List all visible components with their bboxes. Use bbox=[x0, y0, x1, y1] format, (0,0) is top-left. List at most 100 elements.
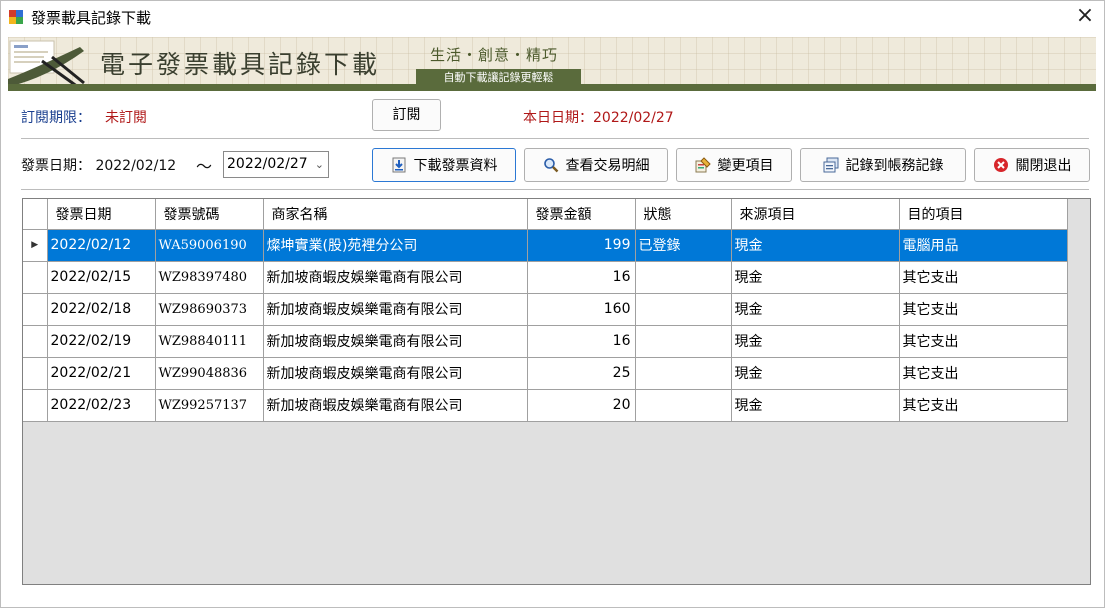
cell-source[interactable]: 現金 bbox=[731, 229, 900, 262]
invoice-table: 發票日期 發票號碼 商家名稱 發票金額 狀態 來源項目 目的項目 ▶ 2022/… bbox=[23, 199, 1068, 422]
cell-number[interactable]: WZ98840111 bbox=[155, 325, 264, 358]
title-bar: 發票載具記錄下載 × bbox=[1, 1, 1104, 33]
app-window: 發票載具記錄下載 × 電子發票載具記錄下載 生活・創意・精巧 自動下載讓記錄更輕… bbox=[0, 0, 1105, 608]
row-header[interactable] bbox=[23, 293, 48, 326]
cell-date[interactable]: 2022/02/23 bbox=[47, 389, 156, 422]
date-separator: ～ bbox=[196, 157, 213, 176]
cell-status[interactable] bbox=[635, 389, 732, 422]
close-exit-button[interactable]: 關閉退出 bbox=[974, 148, 1090, 182]
cell-merchant[interactable]: 新加坡商蝦皮娛樂電商有限公司 bbox=[263, 389, 528, 422]
cell-merchant[interactable]: 燦坤實業(股)苑裡分公司 bbox=[263, 229, 528, 262]
row-header[interactable] bbox=[23, 389, 48, 422]
column-header-date[interactable]: 發票日期 bbox=[47, 199, 156, 230]
cell-amount[interactable]: 160 bbox=[527, 293, 636, 326]
cell-target[interactable]: 其它支出 bbox=[899, 357, 1068, 390]
cell-date[interactable]: 2022/02/12 bbox=[47, 229, 156, 262]
table-row[interactable]: 2022/02/19 WZ98840111 新加坡商蝦皮娛樂電商有限公司 16 … bbox=[23, 325, 1068, 358]
cell-source[interactable]: 現金 bbox=[731, 357, 900, 390]
table-row[interactable]: 2022/02/15 WZ98397480 新加坡商蝦皮娛樂電商有限公司 16 … bbox=[23, 261, 1068, 294]
divider bbox=[21, 138, 1089, 140]
close-exit-label: 關閉退出 bbox=[1015, 158, 1072, 174]
cell-status[interactable] bbox=[635, 325, 732, 358]
column-header-source[interactable]: 來源項目 bbox=[731, 199, 900, 230]
table-row[interactable]: ▶ 2022/02/12 WA59006190 燦坤實業(股)苑裡分公司 199… bbox=[23, 229, 1068, 262]
cell-target[interactable]: 電腦用品 bbox=[899, 229, 1068, 262]
cell-date[interactable]: 2022/02/19 bbox=[47, 325, 156, 358]
subscribe-button[interactable]: 訂閱 bbox=[372, 99, 441, 131]
row-header[interactable] bbox=[23, 325, 48, 358]
end-date-picker[interactable]: 2022/02/27 ⌄ bbox=[223, 151, 329, 178]
record-accounts-label: 記錄到帳務記錄 bbox=[845, 158, 944, 174]
table-header-row: 發票日期 發票號碼 商家名稱 發票金額 狀態 來源項目 目的項目 bbox=[23, 199, 1068, 230]
cell-status[interactable] bbox=[635, 357, 732, 390]
column-header-amount[interactable]: 發票金額 bbox=[527, 199, 636, 230]
cell-status[interactable] bbox=[635, 293, 732, 326]
column-header-merchant[interactable]: 商家名稱 bbox=[263, 199, 528, 230]
cell-status[interactable]: 已登錄 bbox=[635, 229, 732, 262]
cell-amount[interactable]: 20 bbox=[527, 389, 636, 422]
cell-number[interactable]: WZ98397480 bbox=[155, 261, 264, 294]
view-details-button[interactable]: 查看交易明細 bbox=[524, 148, 668, 182]
magnifier-icon bbox=[543, 158, 558, 173]
cell-amount[interactable]: 16 bbox=[527, 261, 636, 294]
subscription-status: 未訂閱 bbox=[105, 110, 147, 126]
chevron-down-icon[interactable]: ⌄ bbox=[315, 152, 324, 177]
cell-number[interactable]: WZ99257137 bbox=[155, 389, 264, 422]
cell-number[interactable]: WZ99048836 bbox=[155, 357, 264, 390]
column-header-number[interactable]: 發票號碼 bbox=[155, 199, 264, 230]
record-accounts-button[interactable]: 記錄到帳務記錄 bbox=[800, 148, 966, 182]
table-row[interactable]: 2022/02/23 WZ99257137 新加坡商蝦皮娛樂電商有限公司 20 … bbox=[23, 389, 1068, 422]
row-header[interactable] bbox=[23, 261, 48, 294]
cell-status[interactable] bbox=[635, 261, 732, 294]
cell-date[interactable]: 2022/02/15 bbox=[47, 261, 156, 294]
end-date-value: 2022/02/27 bbox=[227, 156, 308, 172]
cell-date[interactable]: 2022/02/18 bbox=[47, 293, 156, 326]
row-header-corner bbox=[23, 199, 48, 230]
cell-target[interactable]: 其它支出 bbox=[899, 293, 1068, 326]
banner-decoration-icon bbox=[8, 40, 85, 89]
cell-merchant[interactable]: 新加坡商蝦皮娛樂電商有限公司 bbox=[263, 325, 528, 358]
invoice-date-label-text: 發票日期： bbox=[21, 158, 91, 174]
column-header-status[interactable]: 狀態 bbox=[635, 199, 732, 230]
download-invoices-label: 下載發票資料 bbox=[413, 158, 498, 174]
cell-amount[interactable]: 16 bbox=[527, 325, 636, 358]
start-date: 2022/02/12 bbox=[95, 158, 177, 174]
cell-amount[interactable]: 25 bbox=[527, 357, 636, 390]
view-details-label: 查看交易明細 bbox=[565, 158, 650, 174]
edit-icon bbox=[695, 157, 711, 173]
today-date: 本日日期：2022/02/27 bbox=[523, 110, 674, 126]
cell-number[interactable]: WZ98690373 bbox=[155, 293, 264, 326]
cell-source[interactable]: 現金 bbox=[731, 389, 900, 422]
cell-amount[interactable]: 199 bbox=[527, 229, 636, 262]
invoice-grid[interactable]: 發票日期 發票號碼 商家名稱 發票金額 狀態 來源項目 目的項目 ▶ 2022/… bbox=[22, 198, 1091, 585]
cell-target[interactable]: 其它支出 bbox=[899, 325, 1068, 358]
cell-date[interactable]: 2022/02/21 bbox=[47, 357, 156, 390]
cell-source[interactable]: 現金 bbox=[731, 261, 900, 294]
cell-source[interactable]: 現金 bbox=[731, 293, 900, 326]
change-items-button[interactable]: 變更項目 bbox=[676, 148, 792, 182]
cell-source[interactable]: 現金 bbox=[731, 325, 900, 358]
cell-number[interactable]: WA59006190 bbox=[155, 229, 264, 262]
banner-title: 電子發票載具記錄下載 bbox=[100, 50, 381, 79]
download-invoices-button[interactable]: 下載發票資料 bbox=[372, 148, 516, 182]
download-icon bbox=[392, 157, 405, 173]
window-title: 發票載具記錄下載 bbox=[31, 9, 152, 27]
divider bbox=[21, 189, 1089, 191]
app-icon bbox=[9, 10, 23, 24]
table-row[interactable]: 2022/02/21 WZ99048836 新加坡商蝦皮娛樂電商有限公司 25 … bbox=[23, 357, 1068, 390]
cell-merchant[interactable]: 新加坡商蝦皮娛樂電商有限公司 bbox=[263, 293, 528, 326]
cell-target[interactable]: 其它支出 bbox=[899, 389, 1068, 422]
row-header[interactable] bbox=[23, 357, 48, 390]
table-row[interactable]: 2022/02/18 WZ98690373 新加坡商蝦皮娛樂電商有限公司 160… bbox=[23, 293, 1068, 326]
subscription-label: 訂閱期限： bbox=[21, 110, 91, 126]
app-banner: 電子發票載具記錄下載 生活・創意・精巧 自動下載讓記錄更輕鬆 bbox=[8, 37, 1096, 91]
column-header-target[interactable]: 目的項目 bbox=[899, 199, 1068, 230]
invoice-date-label: 發票日期： 2022/02/12 bbox=[21, 155, 176, 175]
current-row-indicator-icon[interactable]: ▶ bbox=[23, 229, 48, 262]
close-window-button[interactable]: × bbox=[1072, 4, 1098, 30]
cell-merchant[interactable]: 新加坡商蝦皮娛樂電商有限公司 bbox=[263, 261, 528, 294]
change-items-label: 變更項目 bbox=[717, 158, 774, 174]
banner-stripe bbox=[8, 84, 1096, 91]
cell-target[interactable]: 其它支出 bbox=[899, 261, 1068, 294]
cell-merchant[interactable]: 新加坡商蝦皮娛樂電商有限公司 bbox=[263, 357, 528, 390]
